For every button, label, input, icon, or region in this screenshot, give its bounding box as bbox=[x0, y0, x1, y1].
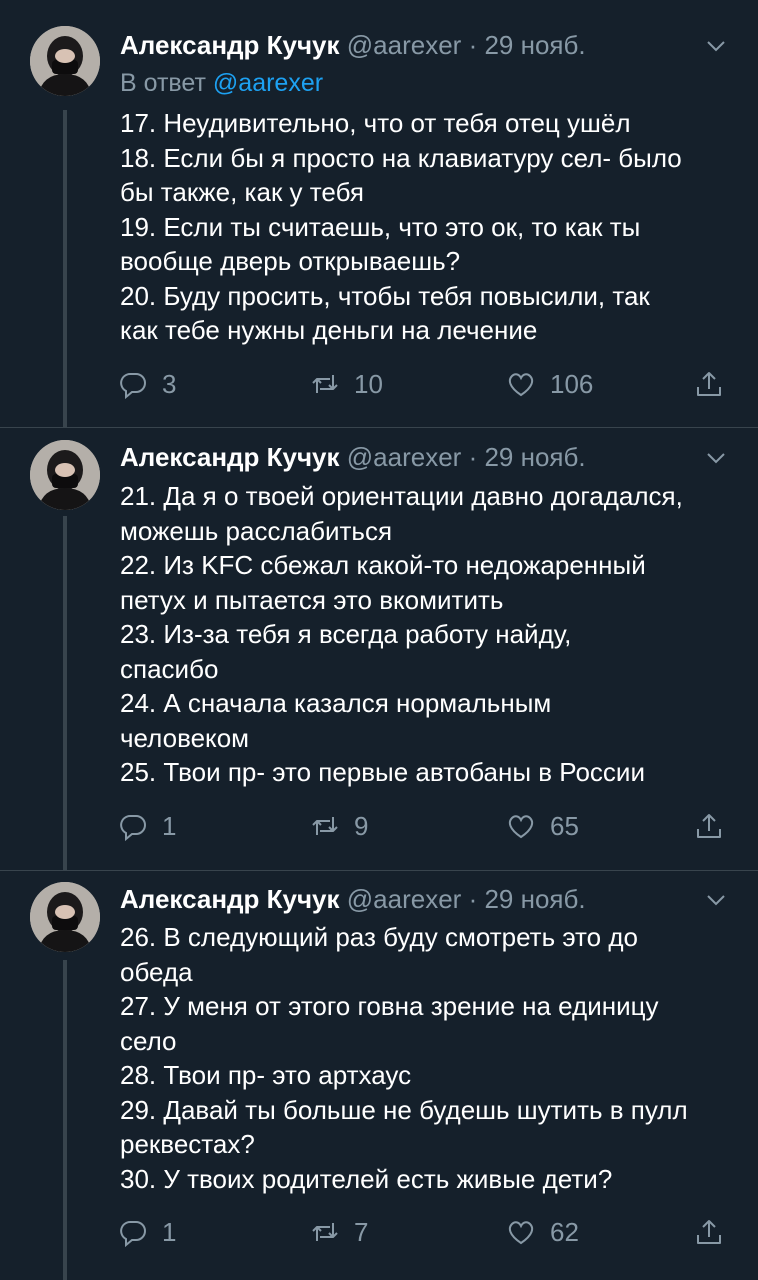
tweet-text-line: 30. У твоих родителей есть живые дети? bbox=[120, 1163, 613, 1194]
retweet-count: 7 bbox=[354, 1216, 369, 1247]
share-button[interactable] bbox=[694, 806, 724, 846]
chevron-down-icon[interactable] bbox=[704, 448, 728, 468]
reply-context: В ответ @aarexer bbox=[120, 69, 323, 98]
tweet-text-line: петух и пытается это вкомитить bbox=[120, 584, 504, 615]
heart-icon bbox=[508, 815, 534, 839]
tweet-date[interactable]: 29 нояб. bbox=[484, 442, 585, 472]
author-name[interactable]: Александр Кучук bbox=[120, 442, 340, 472]
retweet-icon bbox=[312, 1223, 338, 1241]
tweet-text-line: реквестах? bbox=[120, 1129, 255, 1159]
tweet-text-line: 27. У меня от этого говна зрение на един… bbox=[120, 991, 659, 1021]
tweet-text-line: 24. А сначала казался нормальным bbox=[120, 688, 552, 718]
author-handle[interactable]: @aarexer bbox=[347, 884, 462, 914]
share-icon bbox=[697, 814, 721, 838]
tweet-text-line: 29. Давай ты больше не будешь шутить в п… bbox=[120, 1094, 688, 1125]
heart-icon bbox=[508, 1221, 534, 1245]
tweet-text-line: вообще дверь открываешь? bbox=[120, 246, 461, 276]
retweet-button[interactable]: 7 bbox=[310, 1212, 368, 1252]
author-handle[interactable]: @aarexer bbox=[347, 442, 462, 472]
reply-icon bbox=[120, 1221, 146, 1247]
tweet-text-line: 19. Если ты считаешь, что это ок, то как… bbox=[120, 211, 641, 242]
tweet-date[interactable]: 29 нояб. bbox=[484, 30, 585, 60]
reply-button[interactable]: 1 bbox=[118, 1212, 176, 1252]
tweet-text-line: обеда bbox=[120, 956, 193, 987]
reply-count: 3 bbox=[162, 368, 177, 399]
reply-button[interactable]: 1 bbox=[118, 806, 176, 846]
tweet-text-line: 23. Из-за тебя я всегда работу найду, bbox=[120, 619, 572, 649]
tweet-text: 17. Неудивительно, что от тебя отец ушёл… bbox=[120, 106, 740, 348]
share-icon bbox=[697, 372, 721, 396]
tweet-text-line: бы также, как у тебя bbox=[120, 177, 364, 207]
like-count: 62 bbox=[550, 1216, 579, 1247]
author-name[interactable]: Александр Кучук bbox=[120, 30, 340, 60]
author-handle[interactable]: @aarexer bbox=[347, 30, 462, 60]
retweet-count: 10 bbox=[354, 368, 383, 399]
share-button[interactable] bbox=[694, 1212, 724, 1252]
thread-line bbox=[63, 110, 67, 428]
thread-line bbox=[63, 960, 67, 1280]
reply-icon bbox=[120, 815, 146, 841]
tweet-actions: 3 10 106 bbox=[118, 364, 730, 404]
like-button[interactable]: 65 bbox=[506, 806, 579, 846]
tweet-text-line: 25. Твои пр- это первые автобаны в Росси… bbox=[120, 757, 645, 787]
retweet-button[interactable]: 10 bbox=[310, 364, 383, 404]
chevron-down-icon[interactable] bbox=[704, 890, 728, 910]
tweet-text: 21. Да я о твоей ориентации давно догада… bbox=[120, 479, 740, 790]
tweet-text-line: 22. Из KFC сбежал какой-то недожаренный bbox=[120, 550, 646, 580]
like-count: 65 bbox=[550, 810, 579, 841]
like-button[interactable]: 106 bbox=[506, 364, 593, 404]
thread-line bbox=[63, 516, 67, 870]
tweet-text-line: как тебе нужны деньги на лечение bbox=[120, 315, 538, 345]
reply-button[interactable]: 3 bbox=[118, 364, 176, 404]
retweet-icon bbox=[312, 375, 338, 393]
retweet-icon bbox=[312, 817, 338, 835]
tweet-text-line: 18. Если бы я просто на клавиатуру сел- … bbox=[120, 142, 682, 173]
tweet-text-line: спасибо bbox=[120, 653, 219, 684]
tweet-text-line: 20. Буду просить, чтобы тебя повысили, т… bbox=[120, 280, 650, 311]
tweet-date[interactable]: 29 нояб. bbox=[484, 884, 585, 914]
tweet-header: Александр Кучук @aarexer · 29 нояб. bbox=[120, 30, 586, 61]
separator-dot: · bbox=[468, 884, 478, 914]
reply-count: 1 bbox=[162, 810, 177, 841]
like-count: 106 bbox=[550, 368, 594, 399]
tweet-header: Александр Кучук @aarexer · 29 нояб. bbox=[120, 884, 586, 915]
chevron-down-icon[interactable] bbox=[704, 36, 728, 56]
share-button[interactable] bbox=[694, 364, 724, 404]
tweet-text-line: 21. Да я о твоей ориентации давно догада… bbox=[120, 481, 683, 511]
reply-icon bbox=[120, 373, 146, 399]
avatar[interactable] bbox=[30, 440, 100, 510]
avatar[interactable] bbox=[30, 882, 100, 952]
tweet-text-line: 28. Твои пр- это артхаус bbox=[120, 1060, 412, 1090]
tweet-text-line: село bbox=[120, 1025, 177, 1056]
avatar[interactable] bbox=[30, 26, 100, 96]
reply-count: 1 bbox=[162, 1216, 177, 1247]
tweet-text-line: 26. В следующий раз буду смотреть это до bbox=[120, 922, 638, 952]
share-icon bbox=[697, 1220, 721, 1244]
author-name[interactable]: Александр Кучук bbox=[120, 884, 340, 914]
tweet-text-line: 17. Неудивительно, что от тебя отец ушёл bbox=[120, 108, 631, 138]
tweet-header: Александр Кучук @aarexer · 29 нояб. bbox=[120, 442, 586, 473]
retweet-button[interactable]: 9 bbox=[310, 806, 368, 846]
tweet-divider bbox=[0, 870, 758, 871]
tweet-text: 26. В следующий раз буду смотреть это до… bbox=[120, 920, 740, 1196]
heart-icon bbox=[508, 373, 534, 397]
reply-mention-link[interactable]: @aarexer bbox=[213, 69, 323, 97]
tweet-text-line: можешь расслабиться bbox=[120, 515, 393, 546]
tweet-actions: 1 9 65 bbox=[118, 806, 730, 846]
tweet-divider bbox=[0, 427, 758, 428]
like-button[interactable]: 62 bbox=[506, 1212, 579, 1252]
separator-dot: · bbox=[468, 442, 478, 472]
tweet-actions: 1 7 62 bbox=[118, 1212, 730, 1252]
reply-prefix: В ответ bbox=[120, 69, 206, 97]
separator-dot: · bbox=[468, 30, 478, 60]
tweet-text-line: человеком bbox=[120, 722, 250, 753]
retweet-count: 9 bbox=[354, 810, 369, 841]
